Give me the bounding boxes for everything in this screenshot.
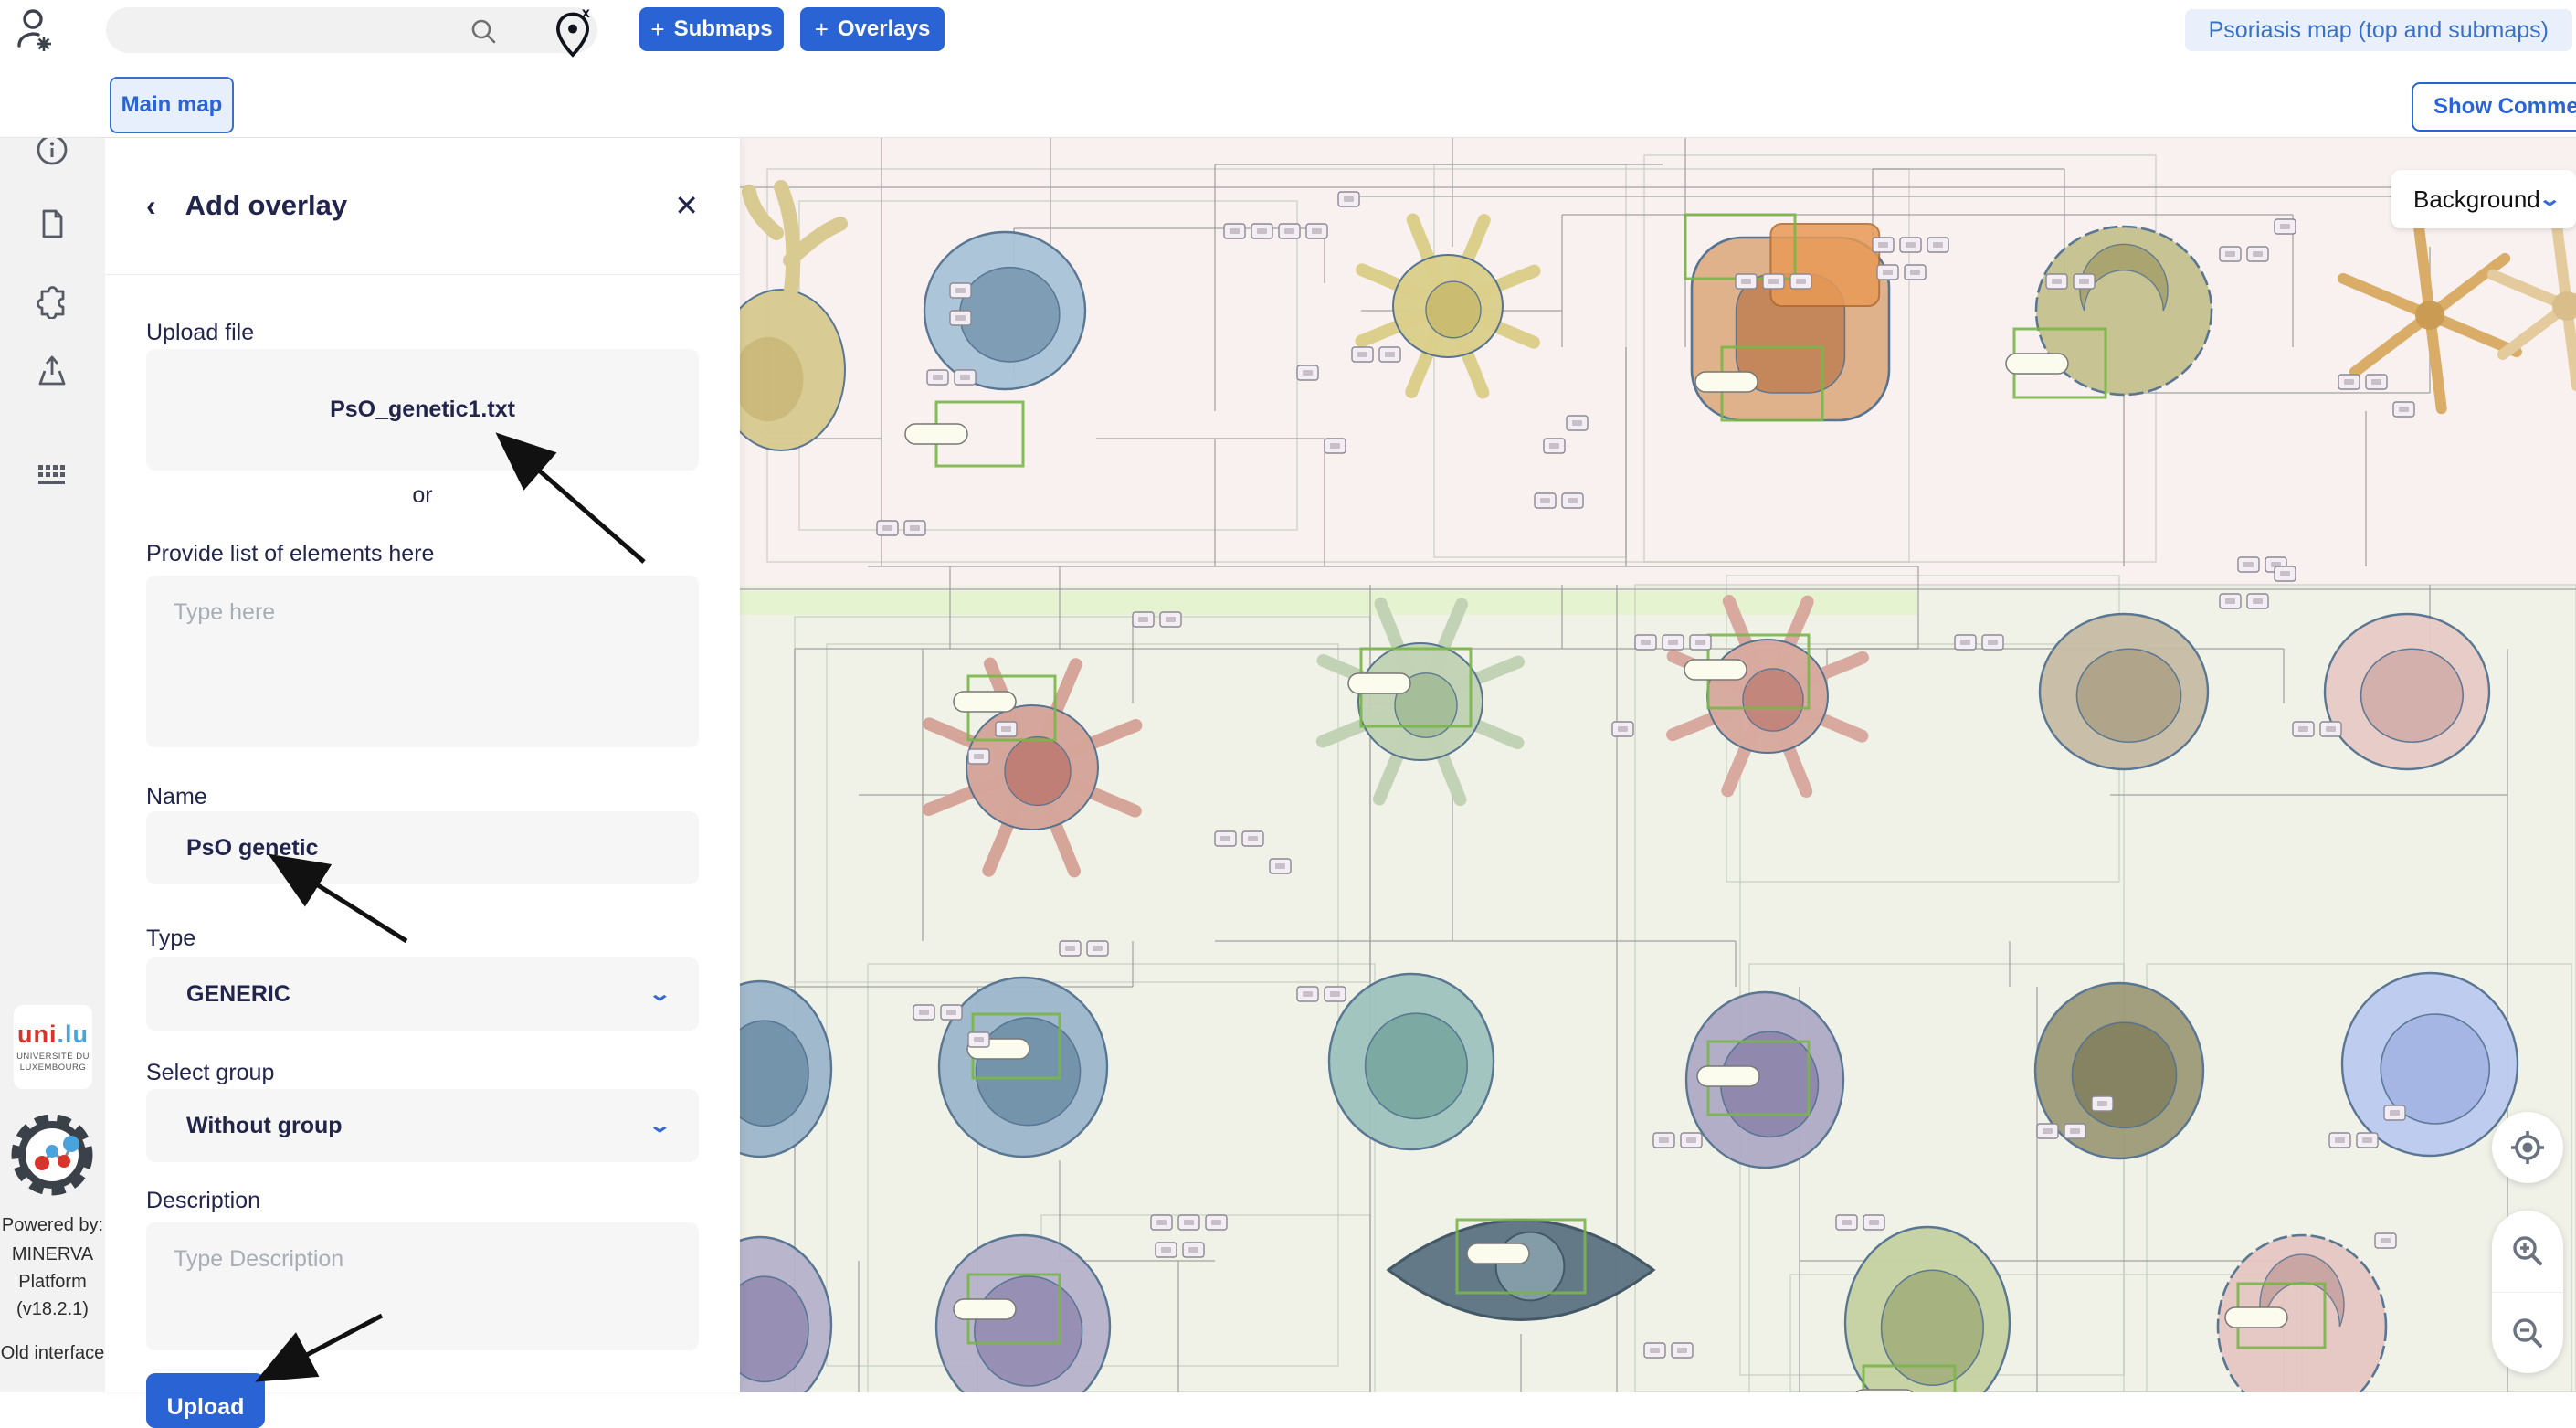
user-settings-logo-icon[interactable] xyxy=(13,7,57,55)
overlays-button[interactable]: + Overlays xyxy=(800,7,945,51)
powered-by-label: Powered by: xyxy=(0,1215,105,1236)
left-rail: uni.lu UNIVERSITÉ DULUXEMBOURG Powered b… xyxy=(0,73,105,1392)
element-list-label: Provide list of elements here xyxy=(146,541,699,567)
description-placeholder: Type Description xyxy=(146,1222,699,1296)
or-label: or xyxy=(146,482,699,509)
type-select[interactable]: GENERIC ⌄ xyxy=(146,957,699,1031)
description-label: Description xyxy=(146,1188,699,1214)
name-input[interactable]: PsO genetic xyxy=(146,811,699,884)
zoom-in-button[interactable] xyxy=(2492,1211,2563,1292)
submaps-button[interactable]: + Submaps xyxy=(639,7,784,51)
locate-button[interactable] xyxy=(2492,1112,2563,1183)
export-icon[interactable] xyxy=(26,346,78,397)
group-value: Without group xyxy=(186,1113,343,1139)
zoom-out-button[interactable] xyxy=(2492,1292,2563,1374)
top-bar: x + Submaps + Overlays Psoriasis map (to… xyxy=(0,0,2576,73)
add-overlay-panel: ‹ Add overlay ✕ Upload file PsO_genetic1… xyxy=(105,137,740,1392)
type-label: Type xyxy=(146,926,699,952)
chevron-down-icon: ⌄ xyxy=(648,982,671,1006)
file-name: PsO_genetic1.txt xyxy=(330,397,515,423)
name-value: PsO genetic xyxy=(186,835,319,862)
element-list-placeholder: Type here xyxy=(146,576,699,650)
pin-clear-icon[interactable]: x xyxy=(552,7,594,64)
chevron-down-icon: ⌄ xyxy=(648,1114,671,1137)
pathway-map-canvas[interactable] xyxy=(740,137,2576,1392)
tab-main-map[interactable]: Main map xyxy=(110,77,234,133)
old-interface-link[interactable]: Old interface xyxy=(0,1343,105,1364)
plus-icon: + xyxy=(650,16,664,44)
zoom-in-icon xyxy=(2509,1232,2546,1269)
plus-icon: + xyxy=(815,16,829,44)
search-input[interactable] xyxy=(106,7,597,53)
grid-icon[interactable] xyxy=(26,450,78,501)
zoom-out-icon xyxy=(2509,1315,2546,1351)
show-comments-button[interactable]: Show Comments xyxy=(2412,82,2576,132)
back-chevron-icon[interactable]: ‹ xyxy=(146,189,156,223)
svg-text:x: x xyxy=(582,7,590,21)
select-group-label: Select group xyxy=(146,1060,699,1086)
minerva-label: MINERVA xyxy=(0,1244,105,1265)
version-label: (v18.2.1) xyxy=(0,1299,105,1320)
search-icon[interactable] xyxy=(470,17,497,45)
platform-label: Platform xyxy=(0,1272,105,1293)
element-list-textarea[interactable]: Type here xyxy=(146,576,699,747)
unilu-logo: uni.lu UNIVERSITÉ DULUXEMBOURG xyxy=(14,1005,92,1089)
zoom-controls xyxy=(2492,1211,2563,1373)
name-label: Name xyxy=(146,784,699,810)
close-icon[interactable]: ✕ xyxy=(674,188,699,223)
minerva-gear-logo xyxy=(7,1110,97,1200)
panel-title: Add overlay xyxy=(185,189,347,222)
type-value: GENERIC xyxy=(186,981,290,1008)
chevron-down-icon: ⌄ xyxy=(2538,187,2561,211)
tab-bar: Main map Show Comments xyxy=(0,73,2576,138)
upload-file-label: Upload file xyxy=(146,320,699,346)
upload-button[interactable]: Upload xyxy=(146,1373,265,1428)
background-dropdown[interactable]: Background ⌄ xyxy=(2391,170,2576,228)
group-select[interactable]: Without group ⌄ xyxy=(146,1089,699,1162)
pathway-scene xyxy=(740,137,2576,1392)
page-icon[interactable] xyxy=(26,198,78,249)
project-name-chip[interactable]: Psoriasis map (top and submaps) xyxy=(2185,9,2572,51)
file-drop-zone[interactable]: PsO_genetic1.txt xyxy=(146,349,699,471)
description-textarea[interactable]: Type Description xyxy=(146,1222,699,1350)
crosshair-icon xyxy=(2507,1127,2548,1168)
puzzle-icon[interactable] xyxy=(26,272,78,323)
